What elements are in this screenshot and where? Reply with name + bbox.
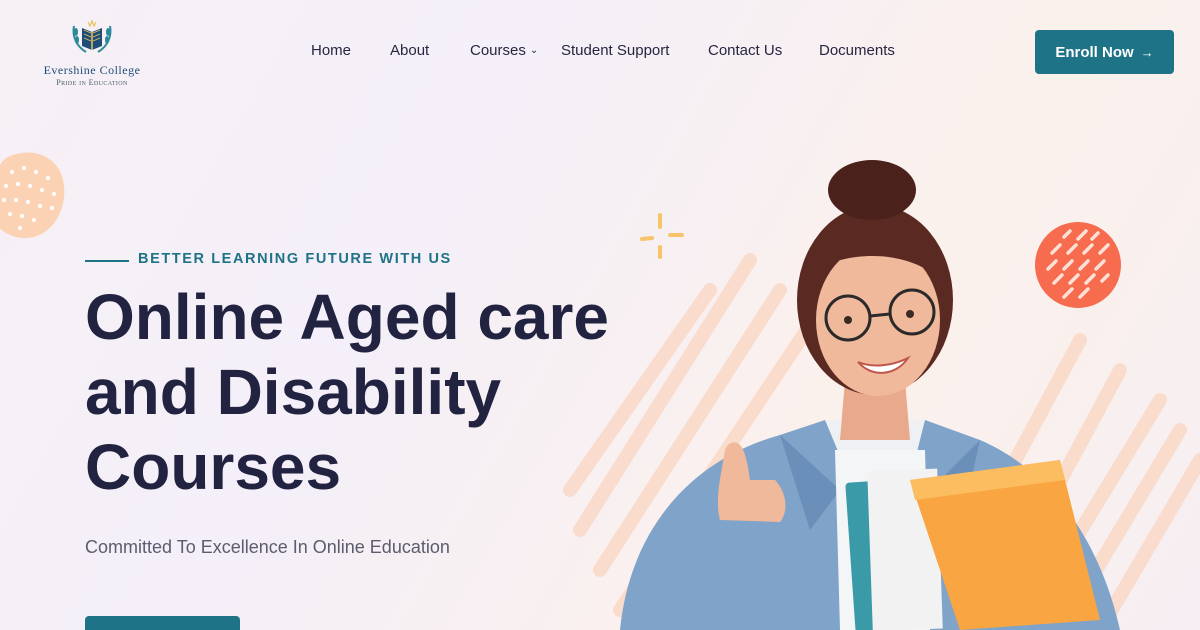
brand-tagline: Pride in Education xyxy=(56,78,128,87)
hero-title-line-2: and Disability xyxy=(85,356,502,428)
hero-title-line-3: Courses xyxy=(85,431,342,503)
nav-contact-us[interactable]: Contact Us xyxy=(708,42,782,59)
nav-about[interactable]: About xyxy=(390,42,429,59)
hero-cta-button[interactable] xyxy=(85,616,240,630)
nav-courses[interactable]: Courses ⌄ xyxy=(470,42,538,59)
eyebrow-divider xyxy=(85,260,129,262)
arrow-right-icon: → xyxy=(1140,44,1154,60)
hero-title: Online Aged care and Disability Courses xyxy=(85,280,609,505)
hero-student-image xyxy=(620,160,1120,630)
hero-subtitle: Committed To Excellence In Online Educat… xyxy=(85,537,450,557)
brand-name: Evershine College xyxy=(43,63,141,77)
dotted-blob-decoration xyxy=(0,152,65,239)
nav-courses-label: Courses xyxy=(470,42,526,59)
nav-documents[interactable]: Documents xyxy=(819,42,895,59)
hero-eyebrow: BETTER LEARNING FUTURE WITH US xyxy=(138,251,452,267)
chevron-down-icon: ⌄ xyxy=(529,45,539,56)
nav-student-support[interactable]: Student Support xyxy=(561,42,669,59)
nav-home[interactable]: Home xyxy=(311,42,351,59)
main-nav: Home About Courses ⌄ Student Support Cont… xyxy=(0,42,1200,62)
enroll-now-button[interactable]: Enroll Now → xyxy=(1035,30,1174,74)
hero-title-line-1: Online Aged care xyxy=(85,281,609,353)
page: Evershine College Pride in Education Hom… xyxy=(0,0,1200,630)
enroll-now-label: Enroll Now xyxy=(1055,43,1134,61)
